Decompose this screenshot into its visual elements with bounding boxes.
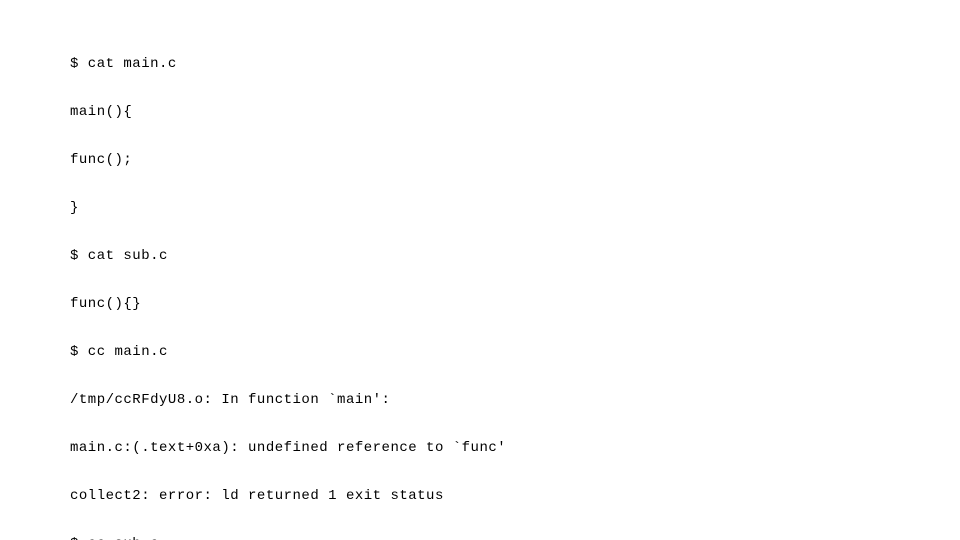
terminal-line: $ cc sub.c <box>70 532 960 540</box>
terminal-line: main(){ <box>70 100 960 124</box>
terminal-line: func(){} <box>70 292 960 316</box>
terminal-line: $ cat sub.c <box>70 244 960 268</box>
terminal-line: main.c:(.text+0xa): undefined reference … <box>70 436 960 460</box>
terminal-line: } <box>70 196 960 220</box>
terminal-line: func(); <box>70 148 960 172</box>
terminal-line: collect2: error: ld returned 1 exit stat… <box>70 484 960 508</box>
terminal-line: $ cc main.c <box>70 340 960 364</box>
terminal-line: /tmp/ccRFdyU8.o: In function `main': <box>70 388 960 412</box>
terminal-output: $ cat main.c main(){ func(); } $ cat sub… <box>0 0 960 540</box>
terminal-line: $ cat main.c <box>70 52 960 76</box>
